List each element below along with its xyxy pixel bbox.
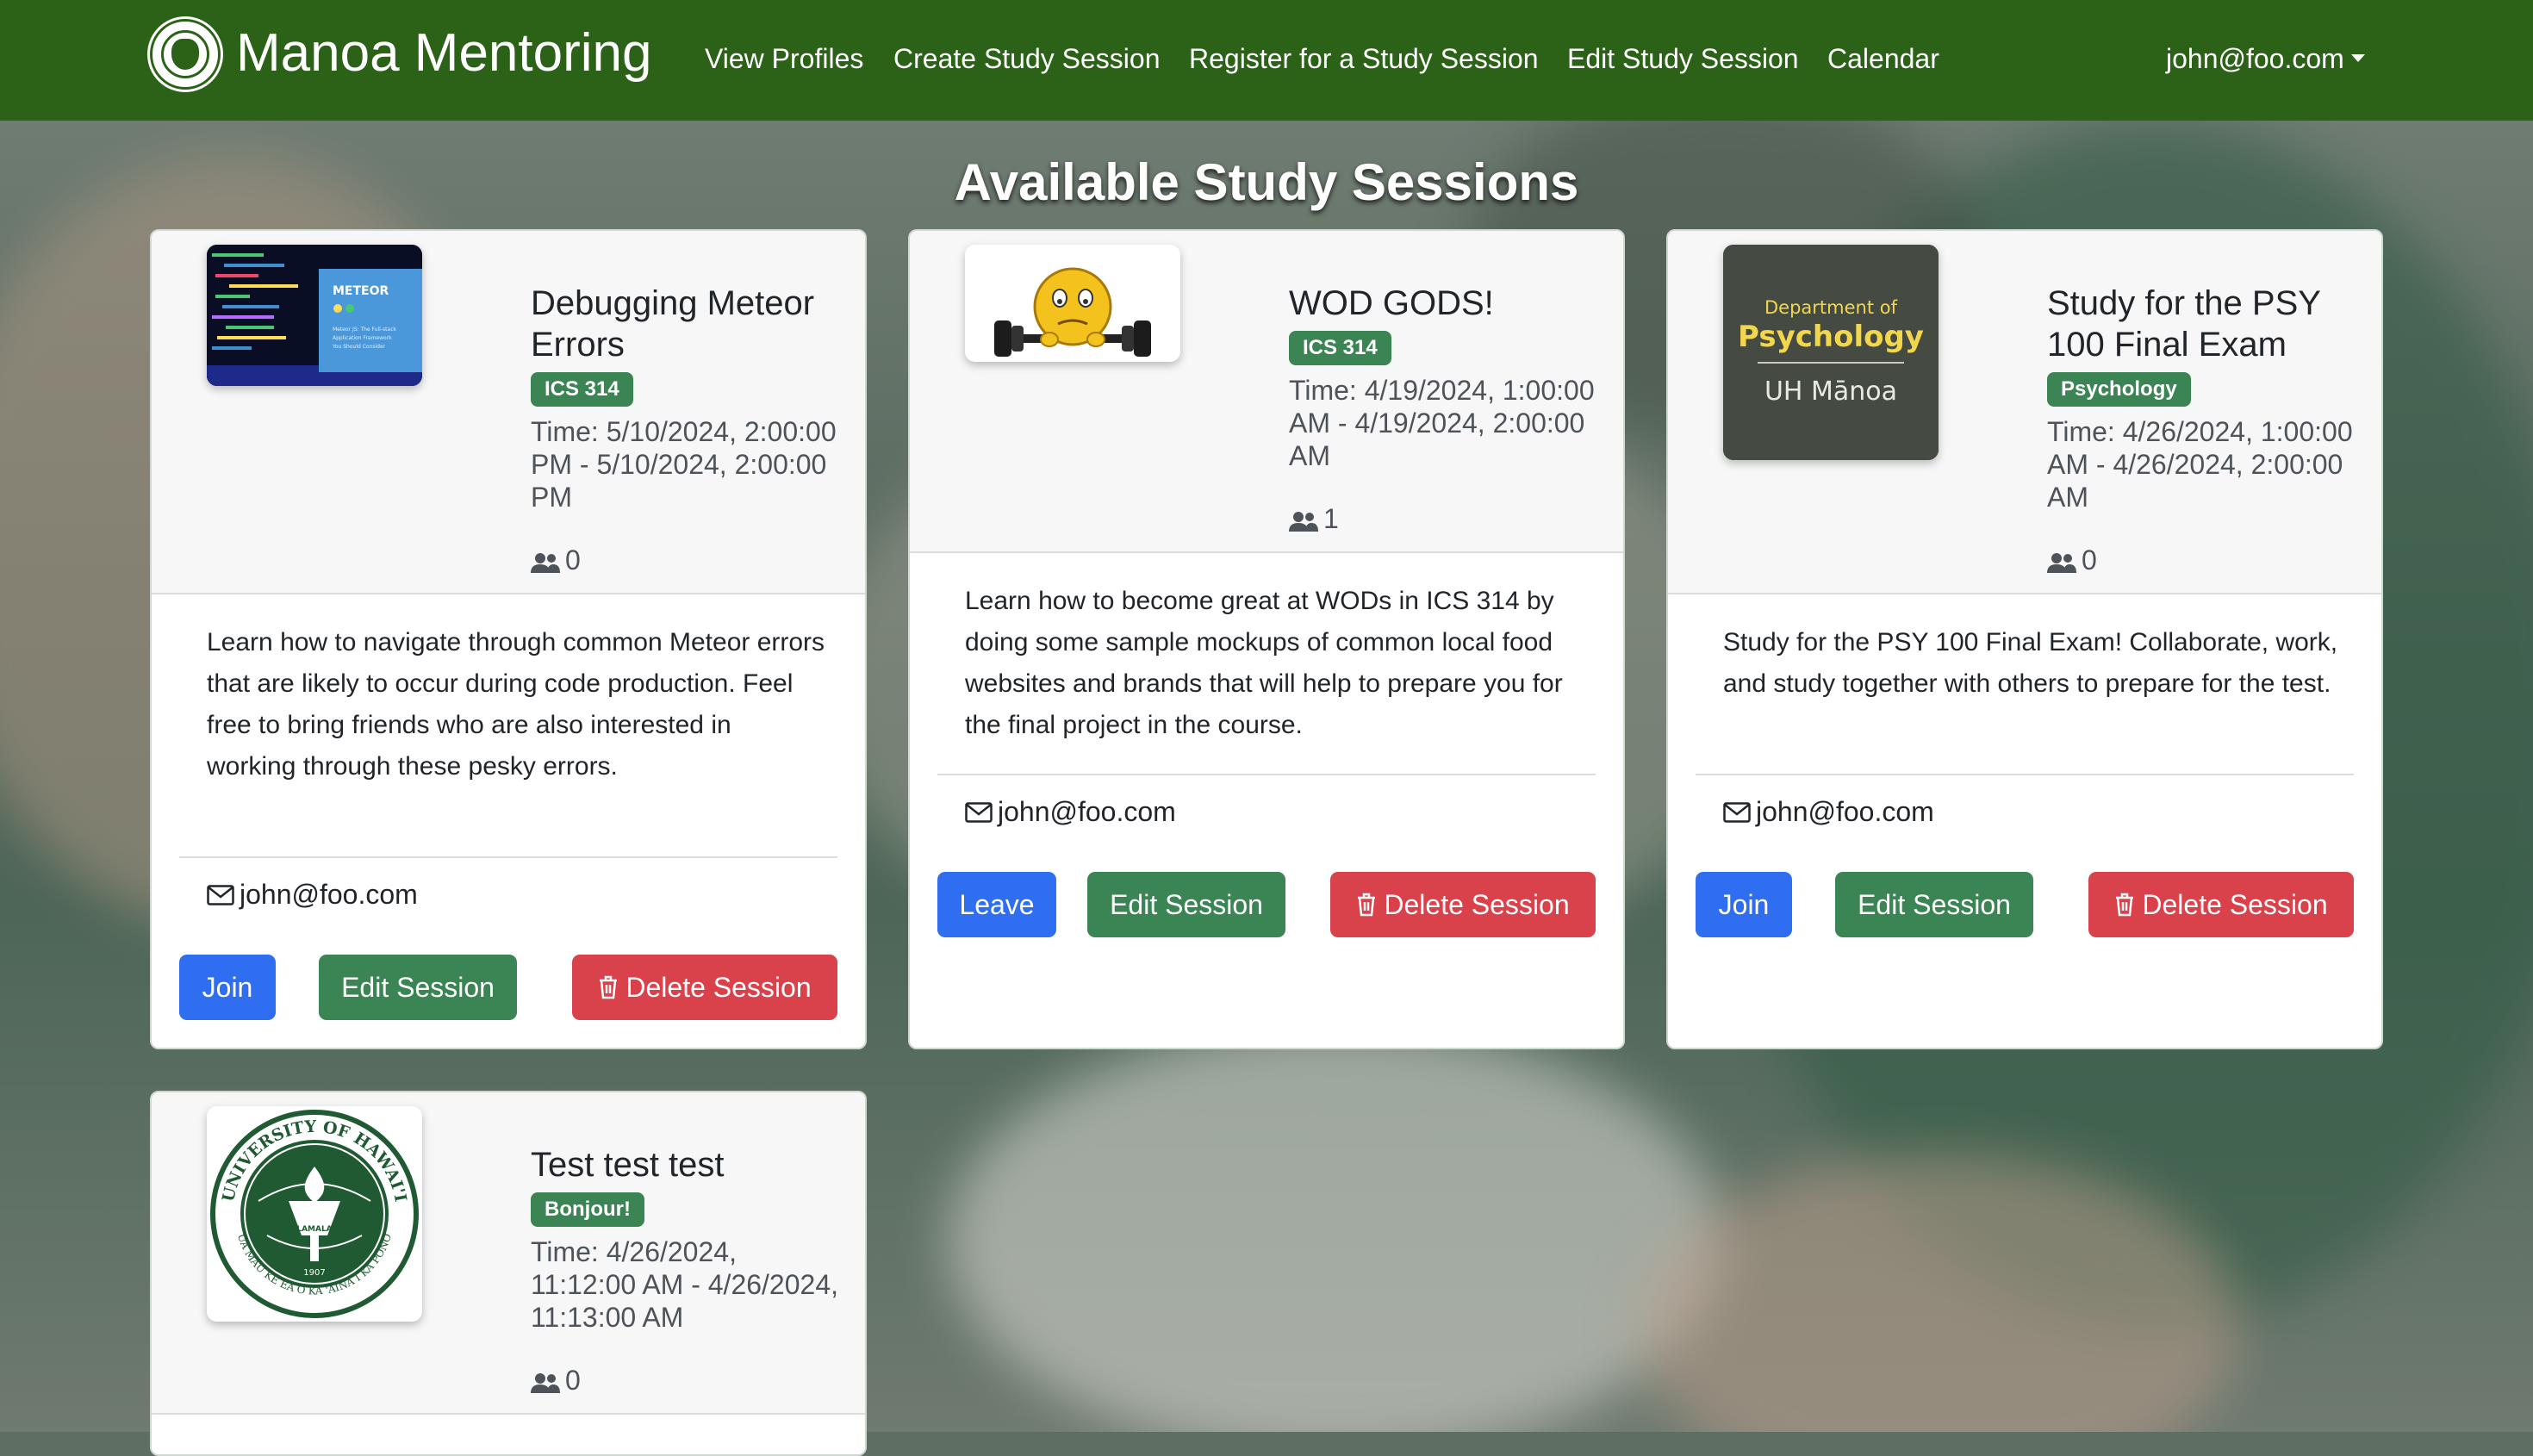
join-button[interactable]: Join [179,955,276,1020]
nav-calendar[interactable]: Calendar [1827,40,1939,78]
organizer-email-text: john@foo.com [240,879,418,910]
people-icon [531,1372,560,1393]
delete-session-button[interactable]: Delete Session [2088,872,2354,937]
session-description: Learn how to navigate through common Met… [207,628,825,781]
session-card: WOD GODS! ICS 314 Time: 4/19/2024, 1:00:… [908,229,1625,1049]
session-info: Study for the PSY 100 Final Exam Psychol… [2047,283,2366,513]
session-title: WOD GODS! [1289,284,1494,322]
divider [937,774,1596,775]
navbar: Manoa Mentoring View Profiles Create Stu… [0,0,2533,121]
participant-count: 0 [531,1363,581,1397]
nav-edit-study-session[interactable]: Edit Study Session [1567,40,1799,78]
nav-create-study-session[interactable]: Create Study Session [893,40,1161,78]
thumb-line-3: UH Mānoa [1764,376,1897,407]
session-card: METEOR Meteor JS: The Full-stack Applica… [150,229,867,1049]
uh-logo-icon[interactable] [150,19,221,90]
brand-title[interactable]: Manoa Mentoring [236,21,652,86]
card-header: UNIVERSITY OF HAWAI'I UA MAU KE EA O KA … [152,1092,865,1415]
course-badge: Bonjour! [531,1192,644,1227]
session-card: UNIVERSITY OF HAWAI'I UA MAU KE EA O KA … [150,1091,867,1456]
session-title: Study for the PSY 100 Final Exam [2047,284,2321,364]
session-image [965,245,1180,362]
meteor-brand-text: METEOR [333,284,389,298]
session-time: Time: 4/26/2024, 1:00:00 AM - 4/26/2024,… [2047,416,2353,513]
envelope-icon [965,801,993,823]
delete-session-button[interactable]: Delete Session [1330,872,1596,937]
edit-session-button[interactable]: Edit Session [1835,872,2033,937]
participant-count-value: 0 [2082,544,2097,576]
organizer-email: john@foo.com [207,875,418,913]
divider [1696,774,2354,775]
session-info: Test test test Bonjour! Time: 4/26/2024,… [531,1144,850,1334]
course-badge: Psychology [2047,372,2191,407]
session-image: Department of Psychology UH Mānoa [1723,245,1939,460]
organizer-email: john@foo.com [965,793,1176,831]
seal-year: 1907 [303,1268,325,1278]
organizer-email-text: john@foo.com [1756,796,1934,827]
course-badge: ICS 314 [1289,331,1391,365]
session-image: METEOR Meteor JS: The Full-stack Applica… [207,245,422,386]
session-info: Debugging Meteor Errors ICS 314 Time: 5/… [531,283,850,513]
svg-text:Application Framework: Application Framework [333,335,392,341]
session-title: Test test test [531,1146,725,1184]
participant-count: 0 [2047,543,2097,577]
delete-session-label: Delete Session [2142,889,2328,920]
leave-button[interactable]: Leave [937,872,1056,937]
delete-session-label: Delete Session [625,972,812,1003]
session-time: Time: 5/10/2024, 2:00:00 PM - 5/10/2024,… [531,416,837,513]
svg-text:You Should Consider: You Should Consider [332,344,386,350]
session-description: Learn how to become great at WODs in ICS… [965,587,1563,739]
user-email: john@foo.com [2166,43,2344,74]
card-header: Department of Psychology UH Mānoa Study … [1668,231,2381,594]
participant-count-value: 0 [565,1365,581,1396]
thumb-line-2: Psychology [1738,320,1924,354]
session-info: WOD GODS! ICS 314 Time: 4/19/2024, 1:00:… [1289,283,1608,472]
trash-icon [600,975,618,999]
delete-session-label: Delete Session [1384,889,1570,920]
svg-text:Meteor JS: The Full-stack: Meteor JS: The Full-stack [333,327,396,333]
edit-session-button[interactable]: Edit Session [319,955,517,1020]
participant-count-value: 1 [1323,503,1339,534]
participant-count: 0 [531,543,581,577]
session-card: Department of Psychology UH Mānoa Study … [1666,229,2383,1049]
thumb-line-1: Department of [1764,297,1898,318]
session-description: Study for the PSY 100 Final Exam! Collab… [1723,628,2338,698]
session-image: UNIVERSITY OF HAWAI'I UA MAU KE EA O KA … [207,1106,422,1322]
participant-count-value: 0 [565,544,581,576]
course-badge: ICS 314 [531,372,633,407]
session-title: Debugging Meteor Errors [531,284,815,364]
people-icon [1289,511,1318,532]
participant-count: 1 [1289,501,1339,536]
user-dropdown[interactable]: john@foo.com [2166,40,2365,78]
join-button[interactable]: Join [1696,872,1792,937]
trash-icon [2116,893,2134,916]
session-time: Time: 4/19/2024, 1:00:00 AM - 4/19/2024,… [1289,375,1595,471]
page-title: Available Study Sessions [954,153,1579,211]
card-header: METEOR Meteor JS: The Full-stack Applica… [152,231,865,594]
divider [179,856,837,858]
trash-icon [1358,893,1376,916]
people-icon [531,552,560,573]
envelope-icon [207,884,234,905]
organizer-email: john@foo.com [1723,793,1934,831]
people-icon [2047,552,2076,573]
caret-down-icon [2350,54,2365,63]
organizer-email-text: john@foo.com [998,796,1176,827]
nav-register-study-session[interactable]: Register for a Study Session [1189,40,1539,78]
seal-center: MĀLAMALAMA [283,1224,345,1234]
card-header: WOD GODS! ICS 314 Time: 4/19/2024, 1:00:… [910,231,1623,553]
nav-view-profiles[interactable]: View Profiles [705,40,863,78]
session-time: Time: 4/26/2024, 11:12:00 AM - 4/26/2024… [531,1236,838,1333]
edit-session-button[interactable]: Edit Session [1087,872,1285,937]
delete-session-button[interactable]: Delete Session [572,955,837,1020]
envelope-icon [1723,801,1751,823]
